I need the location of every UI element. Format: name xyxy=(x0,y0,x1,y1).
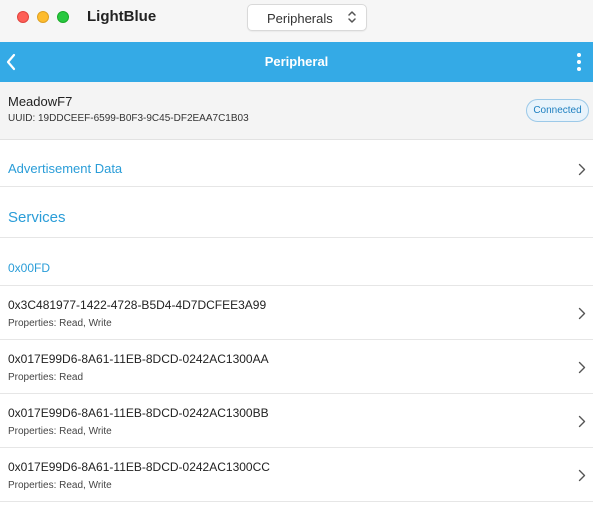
minimize-window-button[interactable] xyxy=(37,11,49,23)
peripheral-header: MeadowF7 UUID: 19DDCEEF-6599-B0F3-9C45-D… xyxy=(0,82,593,140)
characteristic-uuid: 0x017E99D6-8A61-11EB-8DCD-0242AC1300BB xyxy=(8,406,269,420)
up-down-chevron-icon xyxy=(348,11,356,23)
characteristic-row[interactable]: 0x017E99D6-8A61-11EB-8DCD-0242AC1300CC P… xyxy=(0,448,593,502)
view-select-value: Peripherals xyxy=(267,11,333,26)
connection-status-badge[interactable]: Connected xyxy=(526,99,589,122)
services-section-title: Services xyxy=(8,209,66,226)
advertisement-data-label: Advertisement Data xyxy=(8,161,123,176)
service-row: 0x00FD xyxy=(0,238,593,286)
characteristic-uuid: 0x017E99D6-8A61-11EB-8DCD-0242AC1300CC xyxy=(8,460,270,474)
characteristic-row[interactable]: 0x017E99D6-8A61-11EB-8DCD-0242AC1300AA P… xyxy=(0,340,593,394)
advertisement-data-row[interactable]: Advertisement Data xyxy=(0,140,593,187)
characteristic-row[interactable]: 0x3C481977-1422-4728-B5D4-4D7DCFEE3A99 P… xyxy=(0,286,593,340)
chevron-right-icon xyxy=(578,361,586,374)
device-name: MeadowF7 xyxy=(8,94,73,109)
zoom-window-button[interactable] xyxy=(57,11,69,23)
chevron-right-icon xyxy=(578,163,586,176)
page-title: Peripheral xyxy=(264,54,329,69)
characteristic-properties: Properties: Read xyxy=(8,372,84,383)
chevron-right-icon xyxy=(578,307,586,320)
device-uuid: UUID: 19DDCEEF-6599-B0F3-9C45-DF2EAA7C1B… xyxy=(8,113,249,124)
characteristic-properties: Properties: Read, Write xyxy=(8,480,112,491)
navigation-bar: Peripheral xyxy=(0,42,593,82)
characteristic-properties: Properties: Read, Write xyxy=(8,426,112,437)
window-titlebar: LightBlue Peripherals xyxy=(0,0,593,42)
characteristic-row[interactable]: 0x017E99D6-8A61-11EB-8DCD-0242AC1300BB P… xyxy=(0,394,593,448)
app-title: LightBlue xyxy=(87,8,157,25)
view-select[interactable]: Peripherals xyxy=(247,4,367,31)
chevron-right-icon xyxy=(578,415,586,428)
close-window-button[interactable] xyxy=(17,11,29,23)
chevron-right-icon xyxy=(578,469,586,482)
more-options-icon[interactable] xyxy=(575,51,583,73)
characteristic-properties: Properties: Read, Write xyxy=(8,318,112,329)
characteristic-uuid: 0x017E99D6-8A61-11EB-8DCD-0242AC1300AA xyxy=(8,352,269,366)
service-uuid: 0x00FD xyxy=(8,261,51,275)
characteristic-uuid: 0x3C481977-1422-4728-B5D4-4D7DCFEE3A99 xyxy=(8,298,267,312)
